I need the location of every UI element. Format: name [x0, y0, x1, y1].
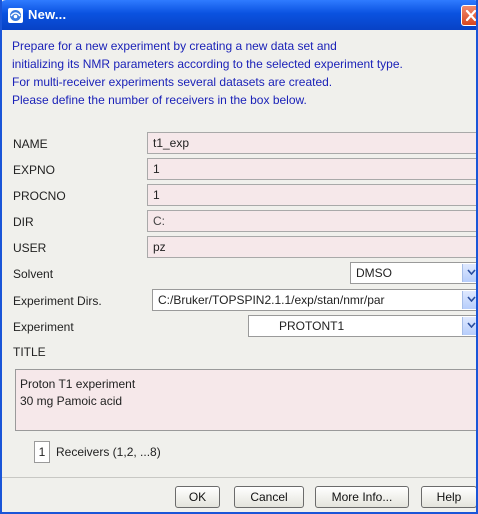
experiment-value: PROTONT1 [279, 319, 345, 333]
expno-field[interactable]: 1 [147, 158, 476, 180]
intro-text: Prepare for a new experiment by creating… [12, 37, 476, 109]
title-label: TITLE [13, 345, 46, 359]
title-textarea[interactable]: Proton T1 experiment 30 mg Pamoic acid [15, 369, 476, 431]
solvent-value: DMSO [356, 266, 392, 280]
intro-line: Please define the number of receivers in… [12, 93, 307, 107]
solvent-select[interactable]: DMSO [350, 262, 476, 284]
experiment-dropdown-arrow[interactable] [462, 317, 476, 335]
help-button[interactable]: Help [421, 486, 476, 508]
name-field[interactable]: t1_exp [147, 132, 476, 154]
solvent-dropdown-arrow[interactable] [462, 264, 476, 282]
button-bar-divider [2, 477, 476, 478]
close-button[interactable] [461, 5, 476, 26]
exp-dirs-value: C:/Bruker/TOPSPIN2.1.1/exp/stan/nmr/par [158, 293, 385, 307]
chevron-down-icon [467, 296, 476, 302]
more-info-button[interactable]: More Info... [315, 486, 409, 508]
topspin-app-icon [8, 8, 23, 23]
exp-dirs-label: Experiment Dirs. [13, 294, 102, 308]
procno-field[interactable]: 1 [147, 184, 476, 206]
window-title: New... [28, 7, 67, 22]
receivers-input[interactable]: 1 [34, 441, 50, 463]
dir-label: DIR [13, 215, 34, 229]
user-field[interactable]: pz [147, 236, 476, 258]
experiment-select[interactable]: PROTONT1 [248, 315, 476, 337]
cancel-button[interactable]: Cancel [234, 486, 304, 508]
user-label: USER [13, 241, 47, 255]
intro-line: initializing its NMR parameters accordin… [12, 57, 403, 71]
chevron-down-icon [467, 269, 476, 275]
close-icon [465, 9, 476, 22]
expno-label: EXPNO [13, 163, 56, 177]
title-line: 30 mg Pamoic acid [20, 394, 123, 408]
ok-button[interactable]: OK [175, 486, 220, 508]
receivers-label: Receivers (1,2, ...8) [56, 445, 161, 459]
exp-dirs-dropdown-arrow[interactable] [462, 291, 476, 309]
chevron-down-icon [467, 322, 476, 328]
experiment-label: Experiment [13, 320, 74, 334]
name-label: NAME [13, 137, 48, 151]
dir-field[interactable]: C: [147, 210, 476, 232]
exp-dirs-select[interactable]: C:/Bruker/TOPSPIN2.1.1/exp/stan/nmr/par [152, 289, 476, 311]
title-line: Proton T1 experiment [20, 377, 136, 391]
intro-line: For multi-receiver experiments several d… [12, 75, 333, 89]
new-dialog: New... Prepare for a new experiment by c… [0, 0, 478, 514]
intro-line: Prepare for a new experiment by creating… [12, 39, 337, 53]
solvent-label: Solvent [13, 267, 54, 281]
title-bar[interactable]: New... [2, 0, 476, 30]
procno-label: PROCNO [13, 189, 66, 203]
